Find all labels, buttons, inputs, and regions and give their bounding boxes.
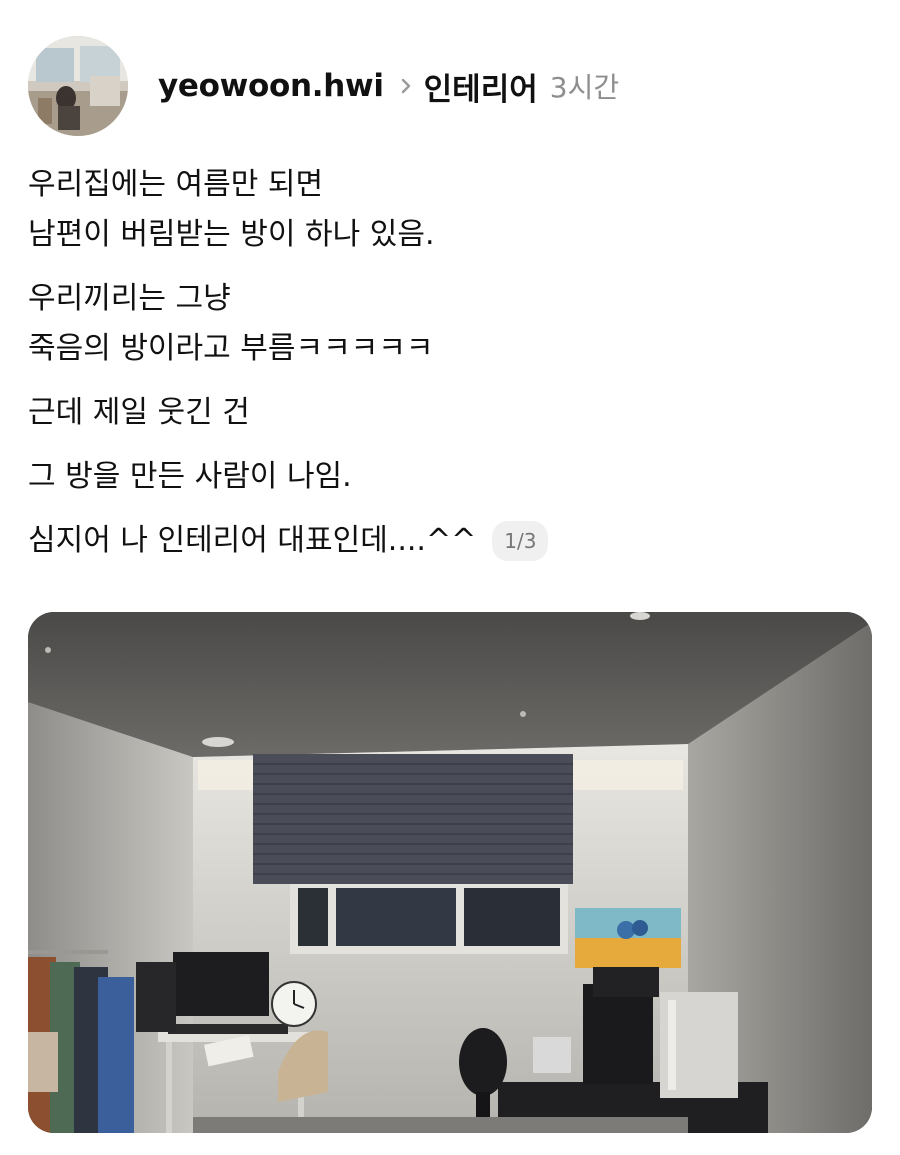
paragraph: 그 방을 만든 사람이 나임. [28,452,868,502]
post-meta: yeowoon.hwi 인테리어 3시간 [158,64,619,109]
room-photo [28,612,872,1133]
paragraph: 심지어 나 인테리어 대표인데....^^ 1/3 [28,516,868,566]
text-line: 심지어 나 인테리어 대표인데....^^ [28,523,477,558]
post-image[interactable] [28,612,872,1133]
paragraph: 우리끼리는 그냥 죽음의 방이라고 부름ㅋㅋㅋㅋㅋ [28,274,868,374]
paragraph: 근데 제일 웃긴 건 [28,388,868,438]
post-header: yeowoon.hwi 인테리어 3시간 [28,36,619,136]
text-line: 우리끼리는 그냥 [28,281,231,316]
avatar-image [28,36,128,136]
post-time: 3시간 [549,71,620,104]
post-body: 우리집에는 여름만 되면 남편이 버림받는 방이 하나 있음. 우리끼리는 그냥… [28,160,868,580]
paragraph: 우리집에는 여름만 되면 남편이 버림받는 방이 하나 있음. [28,160,868,260]
text-line: 죽음의 방이라고 부름ㅋㅋㅋㅋㅋ [28,331,434,366]
text-line: 그 방을 만든 사람이 나임. [28,459,352,494]
chevron-right-icon [400,77,412,95]
text-line: 우리집에는 여름만 되면 [28,167,324,202]
text-line: 근데 제일 웃긴 건 [28,395,250,430]
avatar[interactable] [28,36,128,136]
username[interactable]: yeowoon.hwi [158,68,384,104]
post: yeowoon.hwi 인테리어 3시간 우리집에는 여름만 되면 남편이 버림… [0,0,900,1155]
topic-tag[interactable]: 인테리어 [424,64,538,109]
text-line: 남편이 버림받는 방이 하나 있음. [28,217,435,252]
image-counter-badge: 1/3 [492,521,549,561]
